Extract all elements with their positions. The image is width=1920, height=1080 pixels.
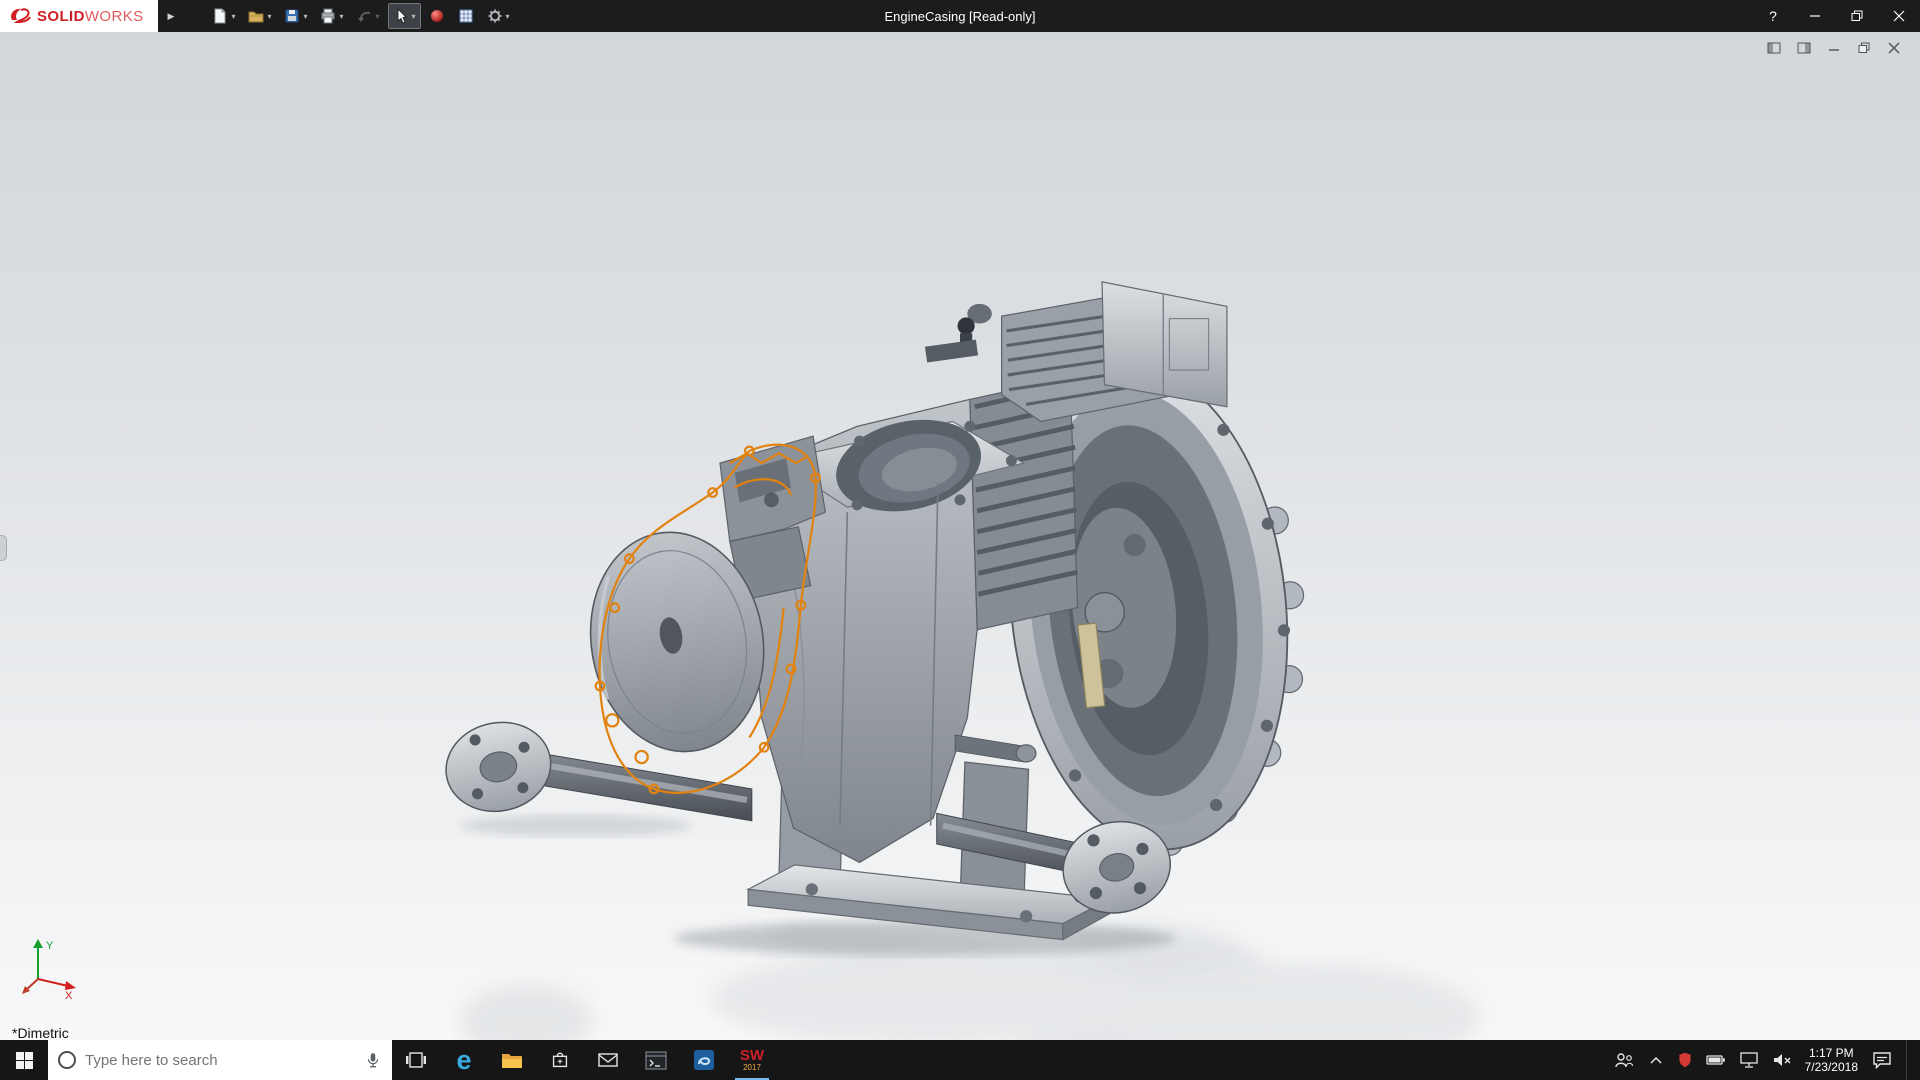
document-window-controls: [1764, 40, 1904, 56]
triad-y-label: Y: [46, 940, 54, 952]
close-icon: [1893, 10, 1905, 22]
document-title: EngineCasing [Read-only]: [884, 9, 1035, 24]
edge-icon: e: [456, 1047, 471, 1074]
triad-x-label: X: [65, 990, 73, 1001]
dropdown-caret[interactable]: ▾: [231, 12, 235, 21]
solidworks-logo: SOLIDWORKS: [0, 0, 158, 32]
child-close-button[interactable]: [1884, 40, 1904, 56]
store-icon: [549, 1049, 571, 1071]
open-icon: [248, 8, 264, 24]
mail-icon: [597, 1051, 619, 1069]
start-icon: [16, 1052, 33, 1069]
solidworks-year: 2017: [743, 1064, 761, 1072]
solidworks-app-button[interactable]: SW 2017: [728, 1040, 776, 1080]
action-center-icon[interactable]: [1871, 1050, 1893, 1070]
dropdown-caret[interactable]: ▾: [506, 12, 510, 21]
restore-icon: [1851, 10, 1863, 22]
dropdown-caret[interactable]: ▾: [412, 12, 416, 21]
system-tray: 1:17 PM 7/23/2018: [1607, 1040, 1920, 1080]
task-view-button[interactable]: [392, 1040, 440, 1080]
titlebar: SOLIDWORKS ▶ ▾ ▾ ▾: [0, 0, 1920, 32]
child-restore-button[interactable]: [1854, 40, 1874, 56]
view-orientation-label: *Dimetric: [12, 1025, 69, 1040]
help-button[interactable]: ?: [1752, 0, 1794, 32]
engine-casing-model: [0, 32, 1920, 1040]
3d-viewport[interactable]: Y X *Dimetric: [0, 32, 1920, 1040]
orientation-triad: Y X: [20, 935, 84, 1006]
blue-app-button[interactable]: [680, 1040, 728, 1080]
select-cursor-icon: [393, 8, 409, 24]
edge-button[interactable]: e: [440, 1040, 488, 1080]
quick-access-toolbar: ▾ ▾ ▾ ▾ ▾: [207, 3, 514, 29]
solidworks-abbr: SW: [740, 1048, 764, 1063]
panel-flyout-handle[interactable]: [0, 535, 7, 561]
task-view-icon: [405, 1050, 427, 1070]
restore-button[interactable]: [1836, 0, 1878, 32]
taskbar-search[interactable]: [48, 1040, 392, 1080]
volume-muted-icon[interactable]: [1772, 1052, 1792, 1068]
options-gear-icon: [487, 8, 503, 24]
options-button[interactable]: ▾: [482, 3, 515, 29]
terminal-window-button[interactable]: [632, 1040, 680, 1080]
taskbar: e SW 2: [0, 1040, 1920, 1080]
child-pane-icon-b[interactable]: [1794, 40, 1814, 56]
show-desktop-button[interactable]: [1906, 1040, 1914, 1080]
brand-text: SOLIDWORKS: [37, 8, 144, 25]
open-button[interactable]: ▾: [243, 3, 276, 29]
print-icon: [320, 8, 336, 24]
security-shield-icon[interactable]: [1677, 1051, 1693, 1069]
select-button[interactable]: ▾: [388, 3, 421, 29]
blue-app-icon: [693, 1049, 715, 1071]
menu-flyout-arrow[interactable]: ▶: [161, 7, 182, 26]
search-input[interactable]: [85, 1052, 355, 1069]
appearance-sphere-icon: [429, 8, 445, 24]
dropdown-caret[interactable]: ▾: [267, 12, 271, 21]
minimize-button[interactable]: [1794, 0, 1836, 32]
brand-solid: SOLID: [37, 8, 85, 25]
battery-icon[interactable]: [1706, 1053, 1726, 1067]
dropdown-caret[interactable]: ▾: [376, 12, 380, 21]
new-document-button[interactable]: ▾: [207, 3, 240, 29]
store-button[interactable]: [536, 1040, 584, 1080]
cortana-circle-icon: [58, 1051, 76, 1069]
undo-button[interactable]: ▾: [352, 3, 385, 29]
network-icon[interactable]: [1739, 1051, 1759, 1069]
mail-button[interactable]: [584, 1040, 632, 1080]
file-explorer-button[interactable]: [488, 1040, 536, 1080]
close-button[interactable]: [1878, 0, 1920, 32]
dropdown-caret[interactable]: ▾: [303, 12, 307, 21]
save-icon: [284, 8, 300, 24]
appearance-button[interactable]: [424, 3, 450, 29]
new-document-icon: [212, 8, 228, 24]
dropdown-caret[interactable]: ▾: [339, 12, 343, 21]
spreadsheet-icon: [458, 8, 474, 24]
minimize-icon: [1809, 10, 1821, 22]
solidworks-app-icon: SW 2017: [740, 1048, 764, 1072]
hidden-icons-chevron-icon[interactable]: [1648, 1054, 1664, 1066]
clock-time: 1:17 PM: [1805, 1046, 1858, 1060]
file-explorer-icon: [500, 1050, 524, 1070]
taskbar-clock[interactable]: 1:17 PM 7/23/2018: [1805, 1046, 1858, 1074]
solidworks-logo-icon: [8, 6, 32, 26]
microphone-icon[interactable]: [364, 1050, 382, 1070]
terminal-window-icon: [645, 1051, 667, 1070]
window-controls: ?: [1752, 0, 1920, 32]
print-button[interactable]: ▾: [315, 3, 348, 29]
start-button[interactable]: [0, 1040, 48, 1080]
people-icon[interactable]: [1613, 1050, 1635, 1070]
triad-icon: Y X: [20, 935, 84, 1001]
brand-works: WORKS: [85, 8, 144, 25]
spreadsheet-button[interactable]: [453, 3, 479, 29]
child-minimize-button[interactable]: [1824, 40, 1844, 56]
save-button[interactable]: ▾: [279, 3, 312, 29]
child-pane-icon-a[interactable]: [1764, 40, 1784, 56]
clock-date: 7/23/2018: [1805, 1060, 1858, 1074]
undo-icon: [357, 8, 373, 24]
